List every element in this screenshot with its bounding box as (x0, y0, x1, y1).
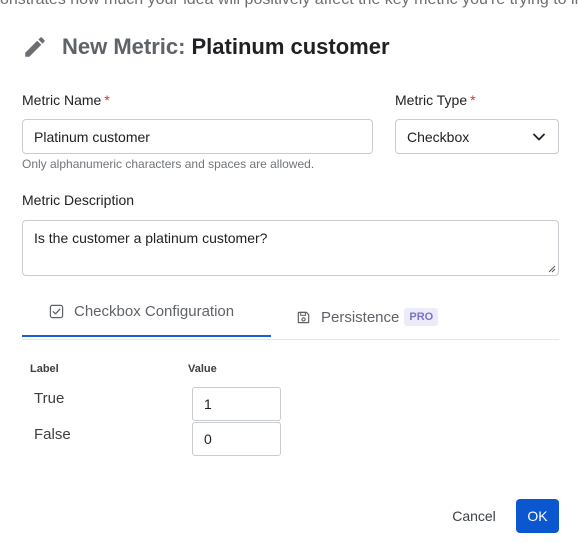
metric-name-label-text: Metric Name (22, 92, 102, 108)
background-page-text: onstrates how much your idea will positi… (0, 0, 579, 9)
tab-label: Persistence (321, 308, 400, 326)
required-marker: * (104, 92, 110, 108)
metric-type-value: Checkbox (407, 128, 470, 145)
row-label-true: True (34, 390, 65, 407)
cancel-button[interactable]: Cancel (440, 499, 508, 533)
metric-type-select[interactable]: Checkbox (395, 119, 559, 154)
metric-name-label: Metric Name * (22, 92, 110, 108)
metric-type-label-text: Metric Type (395, 92, 468, 108)
title-prefix: New Metric: (62, 34, 186, 59)
save-icon (297, 311, 310, 323)
tab-checkbox-configuration[interactable]: Checkbox Configuration (22, 288, 271, 337)
tab-label: Checkbox Configuration (74, 303, 235, 320)
metric-name-input[interactable] (22, 119, 373, 154)
value-input-false[interactable] (192, 422, 281, 456)
label-column-header: Label (30, 363, 59, 375)
config-tabs: Checkbox Configuration Persistence PRO (22, 288, 559, 340)
value-input-true[interactable] (192, 387, 281, 421)
chevron-down-icon (533, 133, 545, 140)
dialog-title: New Metric: Platinum customer (22, 34, 390, 60)
resize-grip-icon[interactable] (546, 263, 556, 273)
description-label: Metric Description (22, 192, 135, 208)
metric-dialog: onstrates how much your idea will positi… (0, 0, 579, 542)
metric-name-hint: Only alphanumeric characters and spaces … (22, 157, 315, 171)
description-textarea[interactable]: Is the customer a platinum customer? (22, 220, 559, 276)
description-text: Is the customer a platinum customer? (34, 230, 268, 246)
required-marker: * (470, 92, 476, 108)
title-metric-name: Platinum customer (191, 34, 390, 59)
value-column-header: Value (188, 363, 217, 375)
pro-badge: PRO (404, 308, 439, 326)
tab-persistence[interactable]: Persistence PRO (296, 292, 439, 342)
metric-type-label: Metric Type * (395, 92, 476, 108)
pencil-icon (25, 37, 45, 57)
ok-button[interactable]: OK (516, 499, 559, 533)
row-label-false: False (34, 426, 71, 443)
checkbox-icon (49, 304, 64, 319)
